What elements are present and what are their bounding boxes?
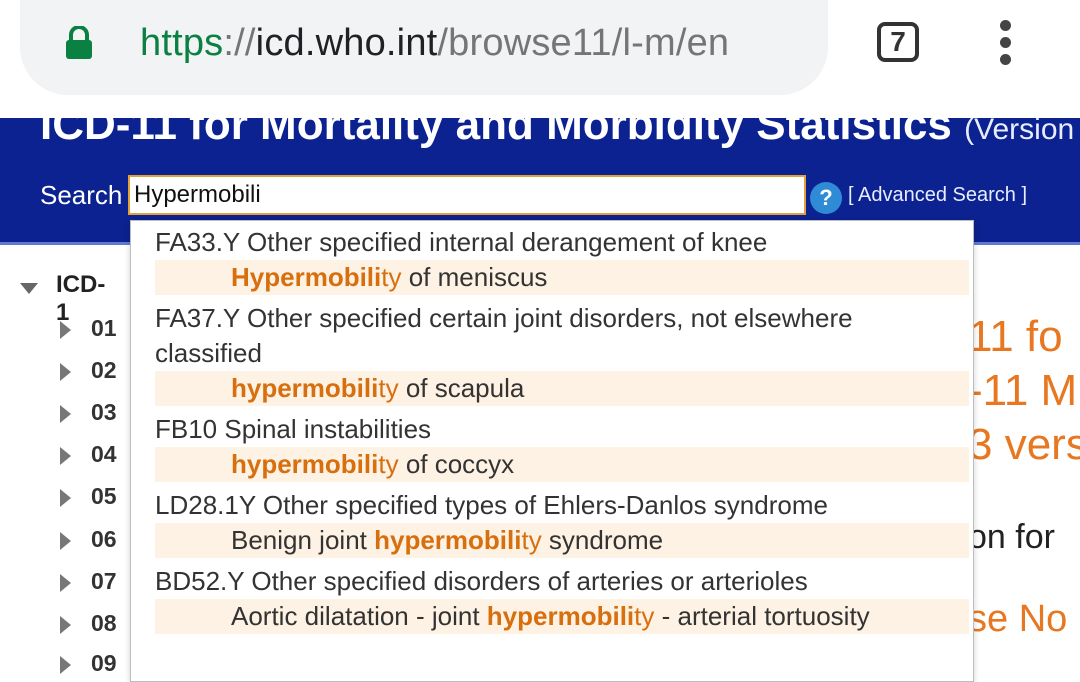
suggestion-title[interactable]: FA33.Y Other specified internal derangem… bbox=[155, 225, 973, 260]
suggestion-group[interactable]: FA33.Y Other specified internal derangem… bbox=[131, 225, 973, 295]
suggestion-title[interactable]: LD28.1Y Other specified types of Ehlers-… bbox=[155, 488, 973, 523]
suggestion-group[interactable]: BD52.Y Other specified disorders of arte… bbox=[131, 564, 973, 634]
suggestion-title[interactable]: FB10 Spinal instabilities bbox=[155, 412, 973, 447]
match-highlight: hypermobili bbox=[374, 525, 522, 555]
url-scheme: https bbox=[140, 22, 224, 64]
chapter-number[interactable]: 08 bbox=[91, 610, 117, 637]
match-highlight-rest: ty bbox=[634, 601, 655, 631]
suggestion-group[interactable]: FA37.Y Other specified certain joint dis… bbox=[131, 301, 973, 406]
suggestion-group[interactable]: FB10 Spinal instabilities hypermobility … bbox=[131, 412, 973, 482]
match-highlight: Hypermobili bbox=[231, 262, 382, 292]
suggestion-match[interactable]: Benign joint hypermobility syndrome bbox=[155, 523, 969, 558]
match-before: Benign joint bbox=[231, 525, 375, 555]
match-after: of scapula bbox=[398, 373, 525, 403]
collapse-triangle-icon[interactable] bbox=[60, 489, 71, 507]
main-heading-fragment: 3 vers bbox=[968, 420, 1080, 469]
advanced-search-link[interactable]: [ Advanced Search ] bbox=[848, 184, 1027, 207]
match-highlight: hypermobili bbox=[231, 449, 379, 479]
url-path: /browse11/l-m/en bbox=[437, 22, 730, 64]
suggestion-match[interactable]: hypermobility of scapula bbox=[155, 371, 969, 406]
main-text-fragment: on for bbox=[968, 518, 1055, 556]
url-separator: :// bbox=[223, 22, 256, 64]
version-text: (Version bbox=[964, 118, 1075, 146]
match-highlight: hypermobili bbox=[231, 373, 379, 403]
match-highlight-rest: ty bbox=[378, 449, 399, 479]
browser-toolbar: https://icd.who.int/browse11/l-m/en 7 bbox=[0, 0, 1080, 118]
match-highlight-rest: ty bbox=[378, 373, 399, 403]
collapse-triangle-icon[interactable] bbox=[60, 363, 71, 381]
more-menu-icon[interactable] bbox=[1000, 20, 1014, 65]
match-after: - arterial tortuosity bbox=[654, 601, 870, 631]
chapter-number[interactable]: 09 bbox=[91, 650, 117, 677]
lock-icon bbox=[66, 26, 92, 59]
chapter-number[interactable]: 01 bbox=[91, 315, 117, 342]
match-highlight: hypermobili bbox=[486, 601, 635, 631]
suggestion-title[interactable]: FA37.Y Other specified certain joint dis… bbox=[155, 301, 973, 371]
chapter-number[interactable]: 03 bbox=[91, 399, 117, 426]
help-icon[interactable]: ? bbox=[810, 182, 842, 214]
match-highlight-rest: ty bbox=[521, 525, 542, 555]
url-text[interactable]: https://icd.who.int/browse11/l-m/en bbox=[140, 22, 729, 65]
tab-switcher-button[interactable]: 7 bbox=[877, 22, 919, 62]
chapter-number[interactable]: 05 bbox=[91, 483, 117, 510]
suggestion-match[interactable]: hypermobility of coccyx bbox=[155, 447, 969, 482]
page-title-text: ICD-11 for Mortality and Morbidity Stati… bbox=[40, 118, 952, 149]
address-bar[interactable]: https://icd.who.int/browse11/l-m/en bbox=[20, 0, 828, 95]
search-label: Search bbox=[40, 180, 123, 210]
suggestion-title[interactable]: BD52.Y Other specified disorders of arte… bbox=[155, 564, 973, 599]
chapter-number[interactable]: 06 bbox=[91, 526, 117, 553]
collapse-triangle-icon[interactable] bbox=[60, 405, 71, 423]
chapter-tree: ICD-1 01 02 03 04 05 06 07 08 09 bbox=[0, 245, 130, 676]
match-after: syndrome bbox=[541, 525, 664, 555]
chapter-number[interactable]: 07 bbox=[91, 568, 117, 595]
chapter-number[interactable]: 04 bbox=[91, 441, 117, 468]
main-heading-fragment: -11 M bbox=[968, 366, 1078, 415]
suggestion-group[interactable]: LD28.1Y Other specified types of Ehlers-… bbox=[131, 488, 973, 558]
page-title: ICD-11 for Mortality and Morbidity Stati… bbox=[40, 118, 1074, 150]
main-link-fragment: se No bbox=[968, 598, 1068, 640]
match-after: of coccyx bbox=[398, 449, 515, 479]
match-highlight-rest: ty bbox=[381, 262, 402, 292]
collapse-triangle-icon[interactable] bbox=[60, 447, 71, 465]
suggestion-match[interactable]: Hypermobility of meniscus bbox=[155, 260, 969, 295]
collapse-triangle-icon[interactable] bbox=[60, 532, 71, 550]
expand-triangle-icon[interactable] bbox=[20, 283, 38, 294]
main-heading-fragment: 11 fo bbox=[968, 312, 1063, 361]
collapse-triangle-icon[interactable] bbox=[60, 616, 71, 634]
suggestion-match[interactable]: Aortic dilatation - joint hypermobility … bbox=[155, 599, 969, 634]
match-after: of meniscus bbox=[401, 262, 548, 292]
collapse-triangle-icon[interactable] bbox=[60, 574, 71, 592]
chapter-number[interactable]: 02 bbox=[91, 357, 117, 384]
match-before: Aortic dilatation - joint bbox=[231, 601, 487, 631]
search-suggestions: FA33.Y Other specified internal derangem… bbox=[130, 220, 974, 682]
url-host: icd.who.int bbox=[255, 22, 438, 64]
collapse-triangle-icon[interactable] bbox=[60, 321, 71, 339]
search-input[interactable] bbox=[128, 175, 806, 215]
